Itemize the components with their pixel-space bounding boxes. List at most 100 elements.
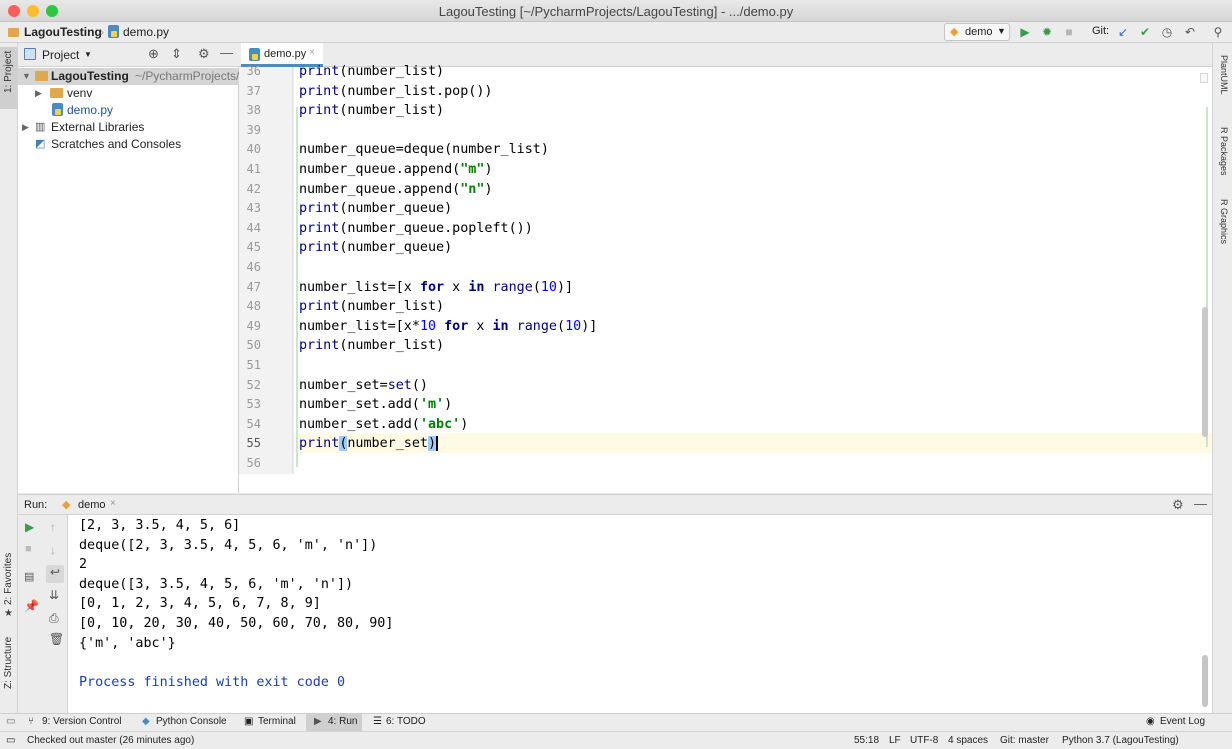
status-panel-icon[interactable]: ▭ xyxy=(6,735,15,746)
console-line: [0, 1, 2, 3, 4, 5, 6, 7, 8, 9] xyxy=(79,596,321,612)
line-number: 38 xyxy=(246,103,261,118)
collapse-icon[interactable]: ⇕ xyxy=(171,46,182,62)
status-message[interactable]: Checked out master (26 minutes ago) xyxy=(27,735,194,746)
stop-icon[interactable]: ■ xyxy=(25,543,32,555)
line-number: 46 xyxy=(246,260,261,274)
run-console[interactable]: [2, 3, 3.5, 4, 5, 6] deque([2, 3, 3.5, 4… xyxy=(68,515,1212,713)
git-branch[interactable]: Git: master xyxy=(1000,735,1049,746)
tree-item-demo-py[interactable]: demo.py xyxy=(18,102,239,119)
todo-icon: ☰ xyxy=(373,716,382,727)
tree-item-root[interactable]: ▼ LagouTesting ~/PycharmProjects/L xyxy=(18,68,246,85)
chevron-right-icon[interactable]: ▶ xyxy=(22,119,29,136)
line-number: 55 xyxy=(246,436,261,451)
soft-wrap-icon[interactable]: ↩ xyxy=(46,565,64,583)
indent-setting[interactable]: 4 spaces xyxy=(948,735,988,746)
print-icon[interactable]: ⎙ xyxy=(49,611,59,626)
tool-tab-terminal[interactable]: Terminal xyxy=(258,716,296,727)
git-history-icon[interactable]: ◷ xyxy=(1160,25,1174,39)
root-path: ~/PycharmProjects/L xyxy=(135,69,247,83)
code-line: print(number_set) xyxy=(299,436,439,452)
console-scrollbar[interactable] xyxy=(1202,655,1208,707)
line-number: 48 xyxy=(246,299,261,314)
git-label: Git: xyxy=(1092,25,1110,37)
project-panel-header: Project ▼ ⊕ ⇕ ⚙ — xyxy=(18,43,239,67)
structure-tool-tab[interactable]: Z: Structure xyxy=(3,637,14,689)
tool-tab-python-console[interactable]: Python Console xyxy=(156,716,227,727)
git-commit-icon[interactable]: ✔ xyxy=(1138,25,1152,39)
r-packages-tool-tab[interactable]: R Packages xyxy=(1219,127,1229,176)
python-file-icon xyxy=(249,48,260,62)
gear-icon[interactable]: ⚙ xyxy=(1172,497,1184,513)
chevron-down-icon[interactable]: ▼ xyxy=(84,50,92,59)
run-toolbar: ▶ ■ ▤ 📌 ↑ ↓ ↩ ⇊ ⎙ 🗑 xyxy=(18,515,68,713)
pin-icon[interactable]: 📌 xyxy=(24,599,39,613)
scroll-to-end-icon[interactable]: ⇊ xyxy=(49,588,59,602)
project-view-dropdown[interactable]: Project xyxy=(42,48,79,62)
hide-panel-icon[interactable]: — xyxy=(220,45,233,60)
git-update-icon[interactable]: ↙ xyxy=(1116,25,1130,39)
terminal-icon: ▣ xyxy=(244,716,254,727)
left-tool-strip: 1: Project 2: Favorites ★ Z: Structure xyxy=(0,43,18,713)
folder-icon xyxy=(50,85,63,102)
project-tool-tab[interactable]: 1: Project xyxy=(0,47,17,109)
line-separator[interactable]: LF xyxy=(889,735,901,746)
line-number: 49 xyxy=(246,318,261,333)
code-line: print(number_list.pop()) xyxy=(299,83,493,99)
close-icon[interactable]: × xyxy=(309,47,315,58)
caret-position[interactable]: 55:18 xyxy=(854,735,879,746)
line-number: 40 xyxy=(246,142,261,157)
code-line: print(number_queue) xyxy=(299,240,453,256)
python-run-icon: ◆ xyxy=(950,26,959,38)
r-graphics-tool-tab[interactable]: R Graphics xyxy=(1219,199,1229,244)
debug-icon[interactable]: ✹ xyxy=(1040,25,1054,39)
toggle-panels-icon[interactable]: ▭ xyxy=(6,716,15,727)
breadcrumb-file[interactable]: demo.py xyxy=(123,25,169,39)
console-line: 2 xyxy=(79,557,88,573)
hide-panel-icon[interactable]: — xyxy=(1194,496,1207,511)
locate-icon[interactable]: ⊕ xyxy=(148,46,159,62)
arrow-up-icon[interactable]: ↑ xyxy=(50,520,56,534)
file-encoding[interactable]: UTF-8 xyxy=(910,735,938,746)
rerun-icon[interactable]: ▶ xyxy=(25,520,34,534)
line-number: 50 xyxy=(246,338,261,353)
python-interpreter[interactable]: Python 3.7 (LagouTesting) xyxy=(1062,735,1179,746)
inspection-indicator[interactable] xyxy=(1200,73,1208,83)
plantuml-tool-tab[interactable]: PlantUML xyxy=(1219,55,1229,95)
run-tab-demo[interactable]: demo xyxy=(78,499,106,511)
tree-item-external-libraries[interactable]: ▶ ▥ External Libraries xyxy=(18,119,239,136)
tree-item-scratches[interactable]: ◩ Scratches and Consoles xyxy=(18,136,239,153)
favorites-tool-tab[interactable]: 2: Favorites xyxy=(3,553,14,605)
tool-tab-run[interactable]: ▶ 4: Run xyxy=(306,714,362,731)
run-icon[interactable]: ▶ xyxy=(1018,25,1032,39)
stop-icon[interactable]: ■ xyxy=(1062,25,1076,39)
trash-icon[interactable]: 🗑 xyxy=(49,632,64,646)
chevron-down-icon[interactable]: ▼ xyxy=(22,68,31,85)
python-file-icon xyxy=(108,25,119,39)
search-icon[interactable]: ⚲ xyxy=(1211,25,1225,39)
editor-scrollbar[interactable] xyxy=(1202,307,1208,437)
arrow-down-icon[interactable]: ↓ xyxy=(50,543,56,557)
tool-tab-event-log[interactable]: Event Log xyxy=(1160,716,1205,727)
run-config-dropdown[interactable]: ◆ demo ▼ xyxy=(944,23,1010,41)
chevron-right-icon[interactable]: ▶ xyxy=(35,85,42,102)
breadcrumb-project[interactable]: LagouTesting xyxy=(24,25,102,39)
line-number: 54 xyxy=(246,416,261,431)
tool-tab-version-control[interactable]: 9: Version Control xyxy=(42,716,122,727)
tree-item-venv[interactable]: ▶ venv xyxy=(18,85,239,102)
line-number: 44 xyxy=(246,220,261,235)
code-editor[interactable]: print(number_list) print(number_list.pop… xyxy=(294,64,1212,474)
line-number: 36 xyxy=(246,64,261,78)
line-number: 39 xyxy=(246,122,261,137)
code-line: print(number_queue) xyxy=(299,201,453,217)
code-line: print(number_list) xyxy=(299,299,445,315)
gear-icon[interactable]: ⚙ xyxy=(198,46,210,62)
tool-tab-todo[interactable]: 6: TODO xyxy=(386,716,426,727)
run-config-name: demo xyxy=(965,26,993,38)
code-line: number_queue.append("n") xyxy=(299,181,493,197)
python-console-icon: ◆ xyxy=(142,716,150,727)
git-rollback-icon[interactable]: ↶ xyxy=(1183,25,1197,39)
layout-icon[interactable]: ▤ xyxy=(24,570,34,583)
line-number: 42 xyxy=(246,181,261,196)
close-icon[interactable]: × xyxy=(110,498,116,509)
console-exit-message: Process finished with exit code 0 xyxy=(79,674,346,690)
